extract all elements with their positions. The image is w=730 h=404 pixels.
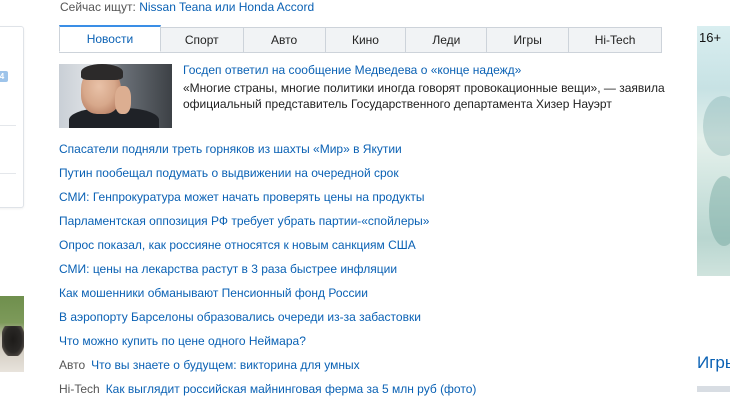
- tab-sport[interactable]: Спорт: [160, 27, 244, 53]
- tab-kino[interactable]: Кино: [325, 27, 407, 53]
- left-divider: [0, 173, 16, 174]
- news-link[interactable]: Что вы знаете о будущем: викторина для у…: [91, 358, 359, 372]
- left-column: 4: [0, 0, 24, 392]
- news-link[interactable]: Как мошенники обманывают Пенсионный фонд…: [59, 286, 368, 300]
- left-panel: 4: [0, 26, 24, 208]
- trending-label: Сейчас ищут:: [60, 0, 136, 14]
- tab-ladies[interactable]: Леди: [406, 27, 488, 53]
- news-item: Авто Что вы знаете о будущем: викторина д…: [59, 356, 476, 380]
- tab-hitech[interactable]: Hi-Tech: [569, 27, 662, 53]
- news-item: Путин пообещал подумать о выдвижении на …: [59, 164, 476, 188]
- news-item: Парламентская оппозиция РФ требует убрат…: [59, 212, 476, 236]
- games-section-heading[interactable]: Игры: [697, 353, 730, 373]
- left-counter-badge: 4: [0, 71, 8, 82]
- featured-news-title[interactable]: Госдеп ответил на сообщение Медведева о …: [183, 63, 521, 78]
- featured-news-description: «Многие страны, многие политики иногда г…: [183, 81, 665, 111]
- tab-news[interactable]: Новости: [59, 25, 161, 52]
- trending-query-link[interactable]: Nissan Teana или Honda Accord: [139, 0, 314, 14]
- news-item: СМИ: цены на лекарства растут в 3 раза б…: [59, 260, 476, 284]
- left-divider: [0, 125, 16, 126]
- news-link[interactable]: Опрос показал, как россияне относятся к …: [59, 238, 416, 252]
- age-rating-badge: 16+: [699, 30, 722, 45]
- photo-suit: [69, 108, 159, 128]
- tab-games[interactable]: Игры: [487, 27, 570, 53]
- news-link[interactable]: СМИ: Генпрокуратура может начать проверя…: [59, 190, 424, 204]
- photo-hand: [115, 86, 131, 114]
- news-item: Опрос показал, как россияне относятся к …: [59, 236, 476, 260]
- advertisement-banner[interactable]: 16+: [697, 26, 730, 276]
- tab-auto[interactable]: Авто: [243, 27, 326, 53]
- left-photo-thumbnail[interactable]: [0, 296, 24, 372]
- news-link[interactable]: Что можно купить по цене одного Неймара?: [59, 334, 306, 348]
- news-link[interactable]: Спасатели подняли треть горняков из шахт…: [59, 142, 402, 156]
- featured-news-image[interactable]: [59, 64, 172, 128]
- news-item: В аэропорту Барселоны образовались очере…: [59, 308, 476, 332]
- banner-art: [703, 96, 730, 156]
- news-category[interactable]: Hi-Tech: [59, 382, 100, 396]
- news-link[interactable]: СМИ: цены на лекарства растут в 3 раза б…: [59, 262, 397, 276]
- banner-art: [709, 176, 730, 246]
- news-link[interactable]: В аэропорту Барселоны образовались очере…: [59, 310, 421, 324]
- trending-searches: Сейчас ищут: Nissan Teana или Honda Acco…: [60, 0, 314, 14]
- news-item: Hi-Tech Как выглядит российская майнингов…: [59, 380, 476, 404]
- news-item: СМИ: Генпрокуратура может начать проверя…: [59, 188, 476, 212]
- news-link[interactable]: Как выглядит российская майнинговая ферм…: [106, 382, 477, 396]
- news-tabs: Новости Спорт Авто Кино Леди Игры Hi-Tec…: [59, 25, 662, 53]
- news-link[interactable]: Путин пообещал подумать о выдвижении на …: [59, 166, 399, 180]
- photo-hair: [81, 64, 123, 80]
- news-item: Как мошенники обманывают Пенсионный фонд…: [59, 284, 476, 308]
- news-link[interactable]: Парламентская оппозиция РФ требует убрат…: [59, 214, 429, 228]
- games-thumbnail[interactable]: [697, 386, 730, 392]
- news-list: Спасатели подняли треть горняков из шахт…: [59, 140, 476, 404]
- dog-image: [2, 326, 24, 356]
- news-item: Спасатели подняли треть горняков из шахт…: [59, 140, 476, 164]
- news-category[interactable]: Авто: [59, 358, 85, 372]
- news-item: Что можно купить по цене одного Неймара?: [59, 332, 476, 356]
